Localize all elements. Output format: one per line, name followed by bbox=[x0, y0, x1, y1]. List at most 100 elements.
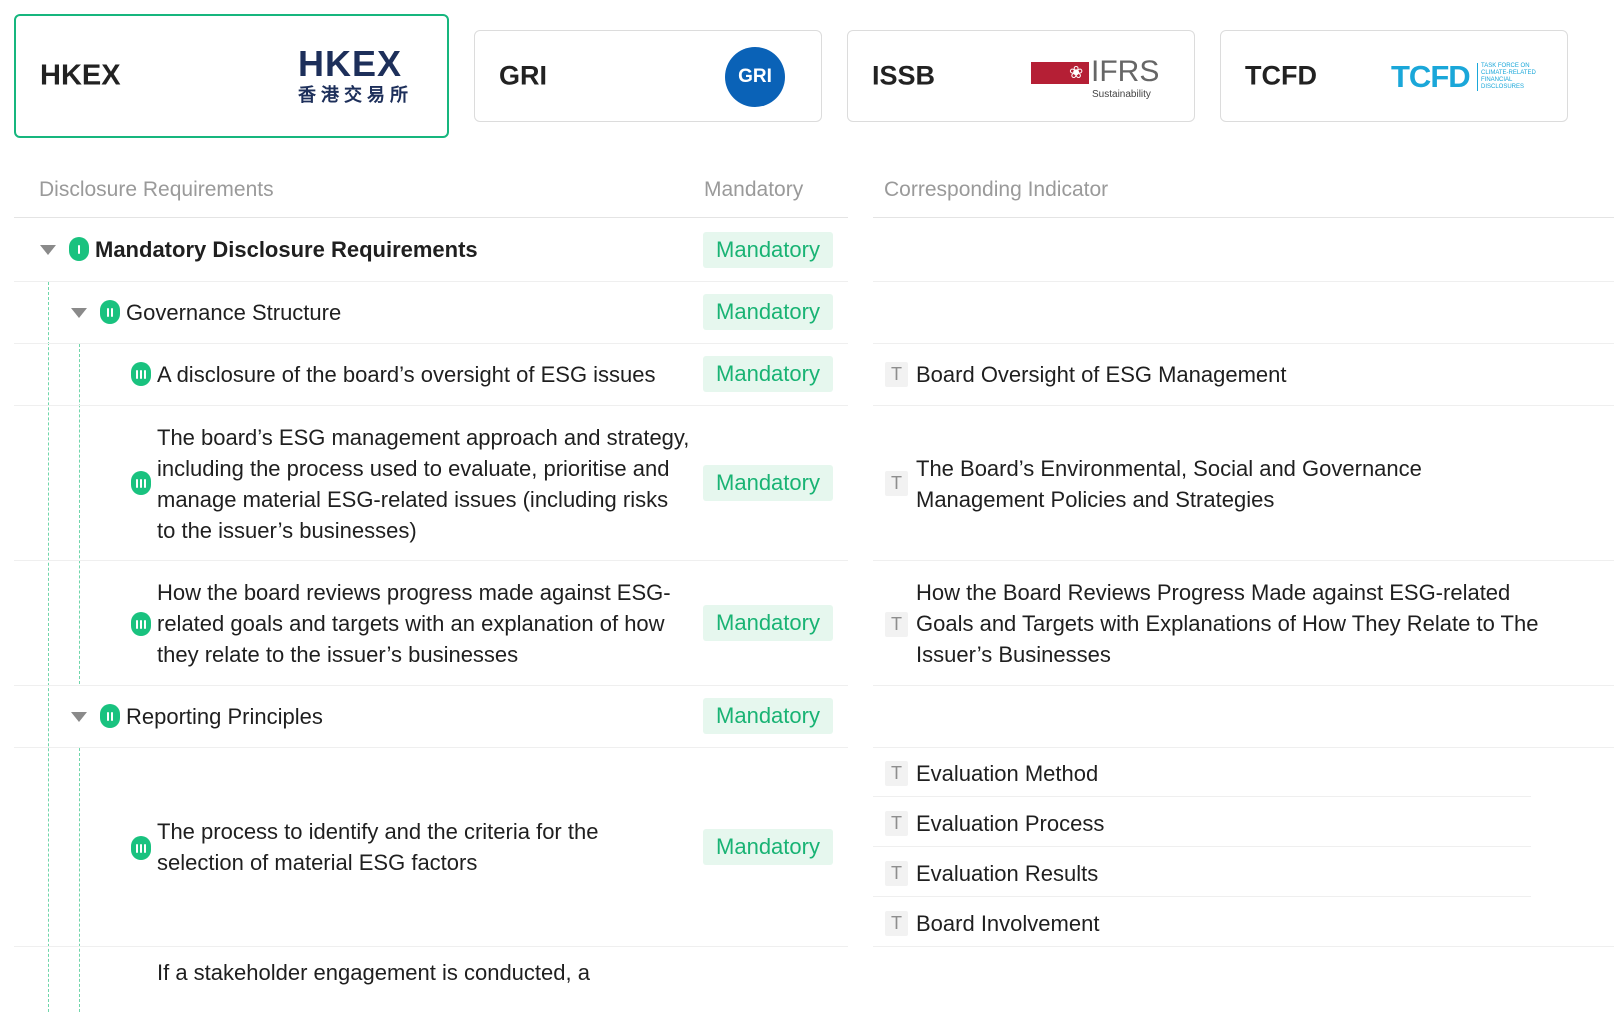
tcfd-sub-line: DISCLOSURES bbox=[1481, 84, 1525, 90]
mandatory-badge: Mandatory bbox=[703, 698, 833, 734]
text-type-icon: T bbox=[885, 761, 908, 786]
tcfd-logo-wordmark: TCFD bbox=[1391, 59, 1471, 94]
hkex-logo-wordmark: HKEX bbox=[298, 43, 403, 84]
table-row[interactable]: Reporting Principles Mandatory bbox=[14, 685, 848, 747]
tcfd-sub-line: CLIMATE-RELATED bbox=[1481, 70, 1536, 76]
hkex-logo-sub: 香港交易所 bbox=[298, 85, 413, 106]
level-2-icon bbox=[100, 300, 120, 324]
table-row[interactable]: The board’s ESG management approach and … bbox=[14, 405, 848, 560]
row-label-line: they relate to the issuer’s businesses bbox=[157, 642, 519, 667]
indicator-divider bbox=[873, 896, 1531, 897]
tcfd-sub-line: FINANCIAL bbox=[1481, 77, 1513, 83]
indicator-line: Management Policies and Strategies bbox=[916, 487, 1275, 512]
header-divider bbox=[14, 217, 848, 218]
ifrs-logo: ❀ IFRS Sustainability bbox=[1031, 55, 1161, 103]
row-label: Mandatory Disclosure Requirements bbox=[95, 237, 478, 262]
indicator-cell bbox=[873, 685, 1614, 747]
text-type-icon: T bbox=[885, 811, 908, 836]
tab-issb[interactable]: ISSB ❀ IFRS Sustainability bbox=[847, 30, 1195, 122]
level-3-icon bbox=[131, 612, 151, 636]
column-header-mandatory: Mandatory bbox=[704, 178, 804, 201]
indicator-cell: T How the Board Reviews Progress Made ag… bbox=[873, 560, 1614, 685]
collapse-caret-icon[interactable] bbox=[71, 712, 87, 722]
level-3-icon bbox=[131, 471, 151, 495]
hkex-logo: HKEX 香港交易所 bbox=[298, 44, 418, 114]
tab-gri[interactable]: GRI GRI bbox=[474, 30, 822, 122]
indicator-line: Issuer’s Businesses bbox=[916, 642, 1111, 667]
row-label-line: manage material ESG-related issues (incl… bbox=[157, 487, 669, 512]
text-type-icon: T bbox=[885, 861, 908, 886]
level-2-icon bbox=[100, 704, 120, 728]
tab-gri-label: GRI bbox=[499, 60, 548, 91]
indicator-text[interactable]: Evaluation Results bbox=[916, 858, 1098, 889]
level-3-icon bbox=[131, 362, 151, 386]
indicator-text[interactable]: How the Board Reviews Progress Made agai… bbox=[916, 577, 1538, 670]
text-type-icon: T bbox=[885, 911, 908, 936]
indicator-cell bbox=[873, 946, 1614, 1012]
table-row[interactable]: Mandatory Disclosure Requirements Mandat… bbox=[14, 219, 848, 281]
table-row[interactable]: A disclosure of the board’s oversight of… bbox=[14, 343, 848, 405]
row-label: If a stakeholder engagement is conducted… bbox=[157, 960, 590, 985]
text-type-icon: T bbox=[885, 362, 908, 387]
indicator-divider bbox=[873, 846, 1531, 847]
tcfd-sub-line: TASK FORCE ON bbox=[1481, 63, 1530, 69]
tab-hkex-label: HKEX bbox=[40, 59, 121, 92]
indicator-text[interactable]: Evaluation Process bbox=[916, 808, 1104, 839]
row-label-line: The board’s ESG management approach and … bbox=[157, 425, 690, 450]
mandatory-badge: Mandatory bbox=[703, 232, 833, 268]
gri-logo-text: GRI bbox=[738, 66, 772, 87]
text-type-icon: T bbox=[885, 612, 908, 637]
tcfd-logo-sub: TASK FORCE ON CLIMATE-RELATED FINANCIAL … bbox=[1481, 63, 1536, 91]
tcfd-logo-divider bbox=[1477, 63, 1478, 91]
column-header-indicator: Corresponding Indicator bbox=[884, 178, 1109, 201]
row-label-line: including the process used to evaluate, … bbox=[157, 456, 670, 481]
mandatory-badge: Mandatory bbox=[703, 465, 833, 501]
indicator-text[interactable]: Board Oversight of ESG Management bbox=[916, 359, 1287, 390]
tab-hkex[interactable]: HKEX HKEX 香港交易所 bbox=[14, 14, 449, 138]
table-row[interactable]: The process to identify and the criteria… bbox=[14, 747, 848, 946]
indicator-cell bbox=[873, 219, 1614, 281]
row-label-line: related goals and targets with an explan… bbox=[157, 611, 665, 636]
tab-tcfd[interactable]: TCFD TCFD TASK FORCE ON CLIMATE-RELATED … bbox=[1220, 30, 1568, 122]
mandatory-badge: Mandatory bbox=[703, 356, 833, 392]
table-row[interactable]: Governance Structure Mandatory bbox=[14, 281, 848, 343]
tab-issb-label: ISSB bbox=[872, 60, 936, 91]
level-3-icon bbox=[131, 836, 151, 860]
table-row[interactable]: How the board reviews progress made agai… bbox=[14, 560, 848, 685]
row-label-line: selection of material ESG factors bbox=[157, 850, 478, 875]
ifrs-logo-flower-icon: ❀ bbox=[1069, 63, 1084, 82]
row-label: Governance Structure bbox=[126, 300, 342, 325]
text-type-icon: T bbox=[885, 471, 908, 496]
header-divider bbox=[873, 217, 1614, 218]
row-label-line: How the board reviews progress made agai… bbox=[157, 580, 671, 605]
indicator-line: Goals and Targets with Explanations of H… bbox=[916, 611, 1539, 636]
indicator-text[interactable]: The Board’s Environmental, Social and Go… bbox=[916, 453, 1422, 515]
gri-logo: GRI bbox=[725, 47, 785, 107]
row-label: Reporting Principles bbox=[126, 704, 323, 729]
level-1-icon bbox=[69, 237, 89, 261]
mandatory-badge: Mandatory bbox=[703, 605, 833, 641]
row-label: How the board reviews progress made agai… bbox=[157, 577, 671, 670]
ifrs-logo-sub: Sustainability bbox=[1092, 89, 1151, 100]
indicator-cell: T The Board’s Environmental, Social and … bbox=[873, 405, 1614, 560]
indicator-cell bbox=[873, 281, 1614, 343]
row-label-line: The process to identify and the criteria… bbox=[157, 819, 599, 844]
row-label-line: to the issuer’s businesses) bbox=[157, 518, 417, 543]
ifrs-logo-wordmark: IFRS bbox=[1091, 55, 1160, 88]
column-header-requirements: Disclosure Requirements bbox=[39, 178, 274, 201]
indicator-text[interactable]: Evaluation Method bbox=[916, 758, 1098, 789]
indicator-line: The Board’s Environmental, Social and Go… bbox=[916, 456, 1422, 481]
collapse-caret-icon[interactable] bbox=[40, 245, 56, 255]
row-label: The board’s ESG management approach and … bbox=[157, 422, 689, 546]
row-label: The process to identify and the criteria… bbox=[157, 816, 598, 878]
table-row[interactable]: If a stakeholder engagement is conducted… bbox=[14, 946, 848, 1012]
indicator-cell: T Board Oversight of ESG Management bbox=[873, 343, 1614, 405]
collapse-caret-icon[interactable] bbox=[71, 308, 87, 318]
mandatory-badge: Mandatory bbox=[703, 829, 833, 865]
tab-tcfd-label: TCFD bbox=[1245, 60, 1317, 91]
indicator-text[interactable]: Board Involvement bbox=[916, 908, 1099, 939]
indicator-divider bbox=[873, 796, 1531, 797]
indicator-line: How the Board Reviews Progress Made agai… bbox=[916, 580, 1511, 605]
row-label: A disclosure of the board’s oversight of… bbox=[157, 362, 656, 387]
mandatory-badge: Mandatory bbox=[703, 294, 833, 330]
